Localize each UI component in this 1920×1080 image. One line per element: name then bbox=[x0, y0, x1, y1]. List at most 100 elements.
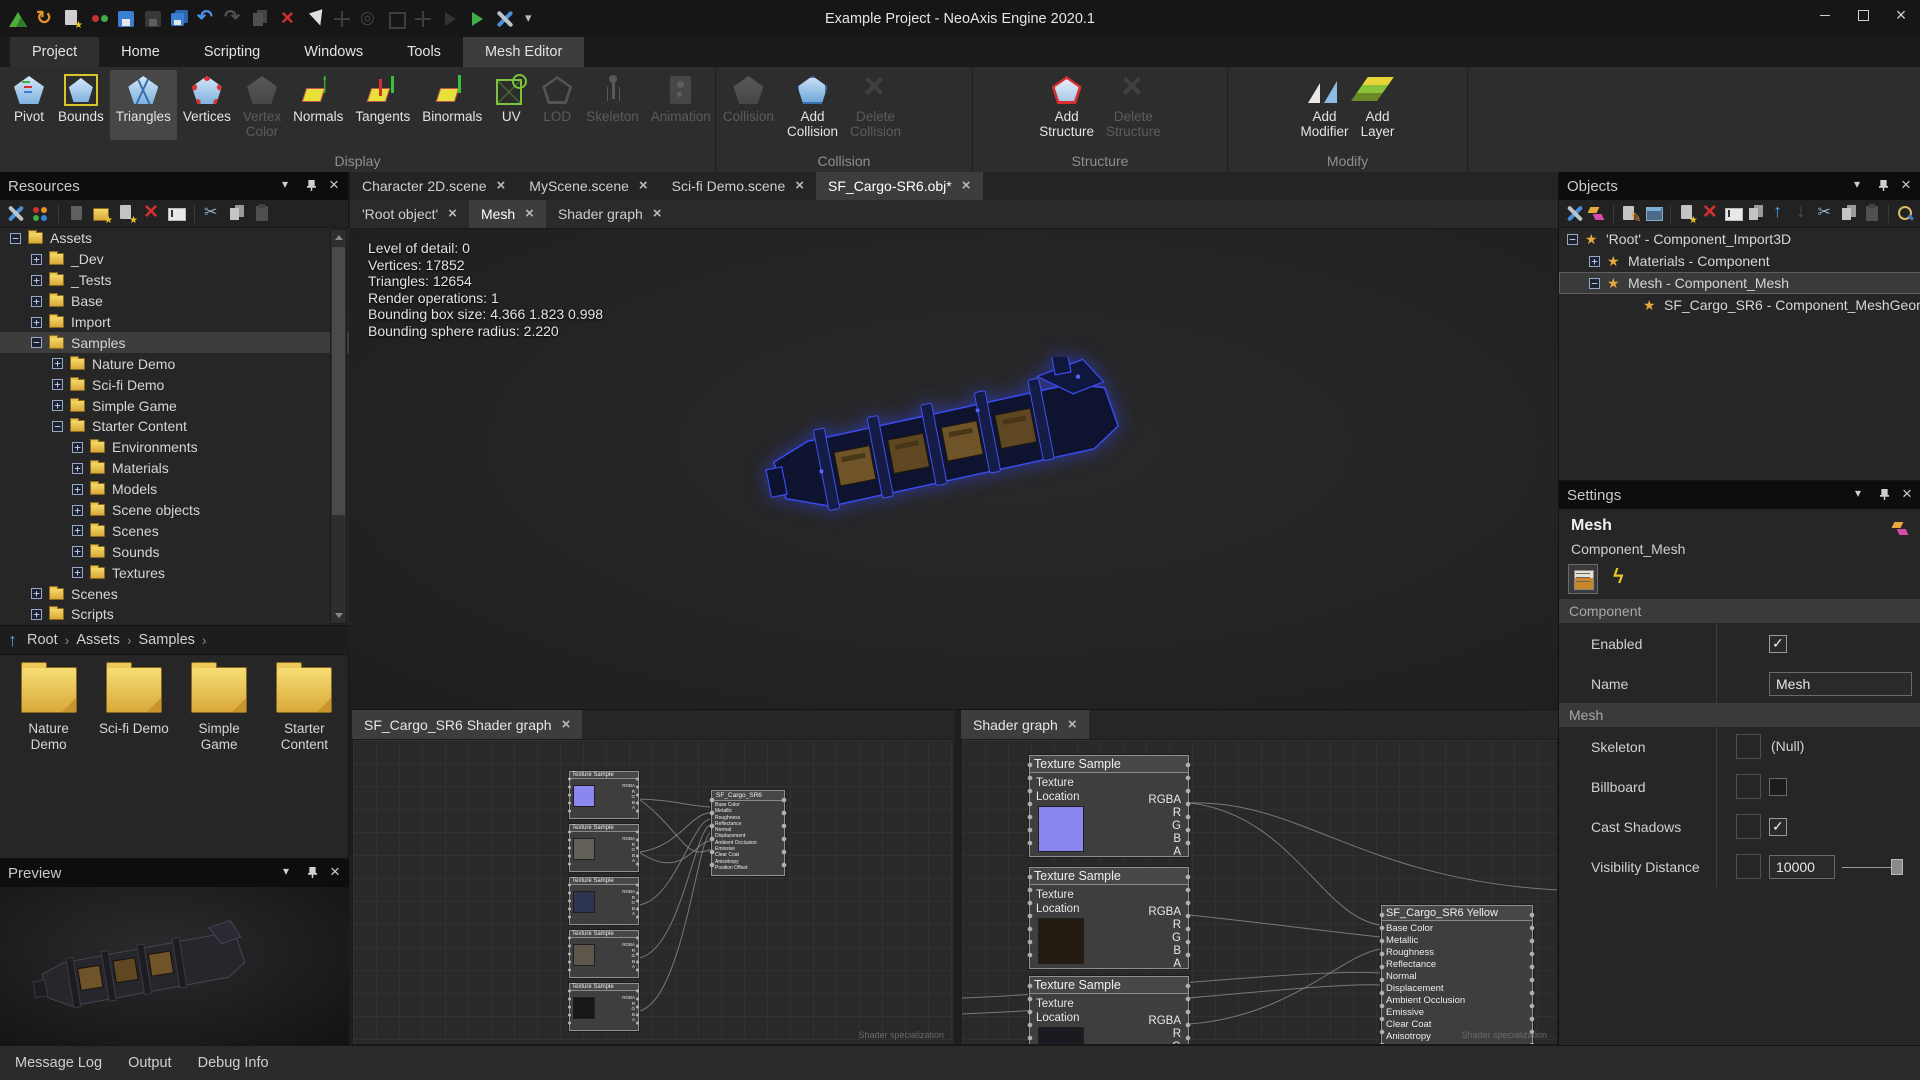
slider-handle[interactable] bbox=[1891, 859, 1903, 875]
expander-icon[interactable]: + bbox=[72, 442, 83, 453]
close-tab-icon[interactable] bbox=[653, 209, 662, 219]
expander-icon[interactable]: + bbox=[52, 379, 63, 390]
refresh-icon[interactable] bbox=[35, 9, 55, 29]
ribbon-button[interactable]: Delete Structure bbox=[1100, 70, 1167, 140]
scale-tool-icon[interactable] bbox=[386, 9, 406, 29]
output-port-dots[interactable] bbox=[1529, 909, 1535, 1045]
texture-sample-node[interactable]: Texture Sample RGBA R G B A bbox=[569, 771, 639, 819]
expander-icon[interactable]: + bbox=[31, 275, 42, 286]
paste-icon[interactable] bbox=[1863, 204, 1881, 223]
output-port-dots[interactable] bbox=[635, 775, 641, 815]
ribbon-tab[interactable]: Mesh Editor bbox=[463, 37, 584, 67]
breadcrumb-item[interactable]: Root bbox=[27, 632, 76, 648]
slider-track[interactable] bbox=[1842, 867, 1898, 868]
tree-item[interactable]: + Environments bbox=[0, 437, 349, 458]
expander-icon[interactable]: + bbox=[72, 463, 83, 474]
save-as-icon[interactable] bbox=[143, 9, 163, 29]
ribbon-tab[interactable]: Project bbox=[10, 37, 99, 67]
rotate-tool-icon[interactable] bbox=[359, 9, 379, 29]
output-port-dots[interactable] bbox=[635, 987, 641, 1027]
delete-icon[interactable] bbox=[278, 9, 298, 29]
input-port-dots[interactable] bbox=[567, 828, 573, 868]
transform-tool-icon[interactable] bbox=[413, 9, 433, 29]
expander-icon[interactable]: + bbox=[31, 588, 42, 599]
output-port-dots[interactable] bbox=[781, 794, 787, 872]
delete-icon[interactable] bbox=[1701, 204, 1719, 223]
tree-item[interactable]: + Scripts bbox=[0, 604, 349, 625]
ribbon-button[interactable]: Add Collision bbox=[781, 70, 844, 140]
billboard-checkbox[interactable] bbox=[1769, 778, 1787, 796]
search-icon[interactable] bbox=[1896, 204, 1914, 223]
expander-icon[interactable]: + bbox=[1589, 256, 1600, 267]
breadcrumb-item[interactable]: Assets bbox=[76, 632, 138, 648]
folder-thumbnail[interactable]: Sci-fi Demo bbox=[91, 667, 176, 737]
expander-icon[interactable]: + bbox=[31, 254, 42, 265]
close-icon[interactable] bbox=[1901, 488, 1915, 502]
cut-icon[interactable] bbox=[203, 204, 222, 223]
select-tool-icon[interactable] bbox=[305, 9, 325, 29]
new-resource-icon[interactable] bbox=[62, 9, 82, 29]
skeleton-value[interactable]: (Null) bbox=[1771, 738, 1804, 754]
properties-tab-icon[interactable] bbox=[1569, 565, 1597, 593]
new-folder-icon[interactable] bbox=[92, 204, 111, 223]
separator[interactable] bbox=[1888, 205, 1889, 223]
expander-icon[interactable]: + bbox=[72, 505, 83, 516]
ribbon-button[interactable]: Vertex Color bbox=[237, 70, 287, 140]
folder-thumbnail[interactable]: Nature Demo bbox=[6, 667, 91, 753]
new-object-icon[interactable] bbox=[1678, 204, 1696, 223]
texture-sample-node[interactable]: Texture Sample RGBA R G B A bbox=[569, 930, 639, 978]
shader-graph-canvas[interactable]: Texture Sample RGBA R G B A Texture Samp… bbox=[352, 739, 955, 1045]
texture-sample-node[interactable]: Texture Sample RGBA R G B A bbox=[569, 983, 639, 1031]
input-port-dots[interactable] bbox=[1027, 871, 1033, 965]
expander-icon[interactable]: + bbox=[31, 609, 42, 620]
ribbon-button[interactable]: Add Layer bbox=[1355, 70, 1401, 140]
input-port-dots[interactable] bbox=[567, 775, 573, 815]
tree-item[interactable]: + Scenes bbox=[0, 520, 349, 541]
separator[interactable] bbox=[58, 205, 59, 223]
expander-icon[interactable]: + bbox=[31, 296, 42, 307]
tree-item[interactable]: + Import bbox=[0, 312, 349, 333]
default-value-box[interactable] bbox=[1736, 814, 1761, 839]
tree-item[interactable]: + Sci-fi Demo bbox=[0, 374, 349, 395]
input-port-dots[interactable] bbox=[1027, 980, 1033, 1045]
folder-thumbnail[interactable]: Simple Game bbox=[177, 667, 262, 753]
ribbon-button[interactable]: Tangents bbox=[349, 70, 416, 140]
close-tab-icon[interactable] bbox=[525, 209, 534, 219]
tree-item[interactable]: − Samples bbox=[0, 332, 349, 353]
tree-item[interactable]: + Base bbox=[0, 291, 349, 312]
component-icon[interactable] bbox=[1588, 204, 1606, 223]
input-port-dots[interactable] bbox=[1379, 909, 1385, 1045]
copy-icon[interactable] bbox=[228, 204, 247, 223]
tools-icon[interactable] bbox=[494, 9, 514, 29]
ribbon-button[interactable]: Binormals bbox=[416, 70, 488, 140]
import-icon[interactable] bbox=[89, 9, 109, 29]
mesh-viewport[interactable]: Level of detail: 0 Vertices: 17852 Trian… bbox=[350, 229, 1558, 710]
texture-sample-node[interactable]: Texture Sample Texture Location RGBA R G… bbox=[1029, 867, 1189, 969]
output-port-dots[interactable] bbox=[1185, 759, 1191, 853]
output-port-dots[interactable] bbox=[1185, 871, 1191, 965]
document-tab[interactable]: SF_Cargo-SR6.obj* bbox=[816, 172, 983, 200]
document-tab[interactable]: MyScene.scene bbox=[517, 172, 659, 200]
move-tool-icon[interactable] bbox=[332, 9, 352, 29]
tree-item[interactable]: + Scene objects bbox=[0, 500, 349, 521]
scrollbar-thumb[interactable] bbox=[332, 247, 345, 515]
document-tab[interactable]: Sci-fi Demo.scene bbox=[660, 172, 816, 200]
expander-icon[interactable]: − bbox=[10, 233, 21, 244]
tree-item[interactable]: − ★ Mesh - Component_Mesh bbox=[1559, 272, 1920, 294]
expander-icon[interactable]: + bbox=[52, 400, 63, 411]
section-header[interactable]: Component bbox=[1559, 599, 1920, 623]
visibility-distance-input[interactable] bbox=[1769, 855, 1835, 879]
close-tab-icon[interactable] bbox=[562, 720, 571, 730]
default-value-box[interactable] bbox=[1736, 854, 1761, 879]
cast-shadows-checkbox[interactable] bbox=[1769, 818, 1787, 836]
redo-icon[interactable] bbox=[224, 9, 244, 29]
copy-icon[interactable] bbox=[1840, 204, 1858, 223]
ribbon-button[interactable]: Add Modifier bbox=[1294, 70, 1354, 140]
ribbon-button[interactable]: Pivot bbox=[6, 70, 52, 140]
object-tab[interactable]: Mesh bbox=[469, 200, 546, 228]
filter-icon[interactable] bbox=[31, 204, 50, 223]
rename-icon[interactable] bbox=[167, 204, 186, 223]
ribbon-button[interactable]: LOD bbox=[534, 70, 580, 140]
play-stop-icon[interactable] bbox=[440, 9, 460, 29]
expander-icon[interactable]: + bbox=[72, 567, 83, 578]
